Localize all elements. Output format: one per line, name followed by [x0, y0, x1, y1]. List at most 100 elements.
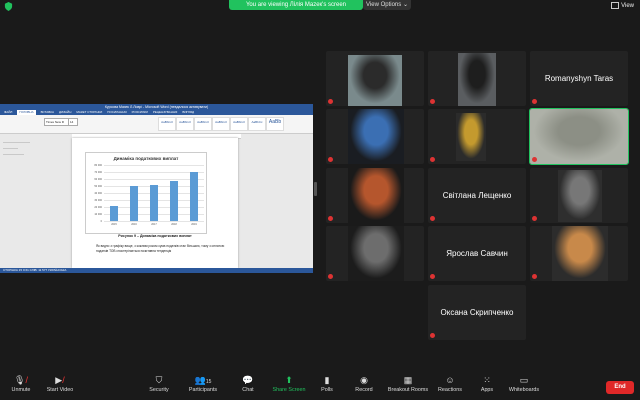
- y-tick-label: 20 000: [94, 205, 102, 209]
- muted-mic-icon: [430, 333, 435, 338]
- reactions-label: Reactions: [438, 387, 462, 393]
- reactions-button[interactable]: ☺ Reactions: [436, 374, 464, 398]
- shared-screen[interactable]: Курсова Мазек Л.Ловрі - Microsoft Word (…: [0, 104, 313, 273]
- y-tick-label: 80 000: [94, 163, 102, 167]
- participant-video: [530, 109, 628, 164]
- style-preset: AaBbCcI: [194, 117, 212, 131]
- participant-tile[interactable]: [530, 168, 628, 223]
- chart-bar: [110, 205, 118, 221]
- whiteboards-button[interactable]: ▭ Whiteboards: [506, 374, 542, 398]
- apps-button[interactable]: ⁙ Apps: [478, 374, 496, 398]
- split-handle[interactable]: [314, 182, 317, 196]
- x-tick-label: 2019: [191, 223, 197, 226]
- y-tick-label: 70 000: [94, 170, 102, 174]
- muted-mic-icon: [430, 157, 435, 162]
- start-video-label: Start Video: [46, 387, 74, 393]
- chart-title: Динаміка податкових виплат: [113, 156, 179, 161]
- screen-share-banner: You are viewing Лілія Маzeк's screen: [229, 0, 363, 10]
- figure-caption: Рисунок 9 – Динаміка податкових виплат: [118, 234, 192, 238]
- participant-tile[interactable]: [428, 51, 526, 106]
- muted-mic-icon: [430, 99, 435, 104]
- chat-button[interactable]: 💬 Chat: [240, 374, 256, 398]
- participant-tile[interactable]: [326, 109, 424, 164]
- participant-name: Ярослав Савчин: [446, 249, 508, 258]
- y-tick-label: 60 000: [94, 177, 102, 181]
- view-button[interactable]: View: [611, 2, 634, 9]
- breakout-rooms-icon: ▦: [403, 375, 413, 385]
- participants-label: Participants: [188, 387, 218, 393]
- participant-video: [348, 109, 404, 164]
- end-meeting-button[interactable]: End: [606, 381, 634, 394]
- chart-bar: [130, 186, 138, 221]
- polls-label: Polls: [321, 387, 333, 393]
- word-status-bar: СТОРІНКА 15 З 61 СЛІВ: 11 577 УКРАЇНСЬКА: [0, 268, 313, 273]
- muted-mic-icon: [328, 274, 333, 279]
- muted-mic-icon: [328, 216, 333, 221]
- breakout-rooms-label: Breakout Rooms: [387, 387, 429, 393]
- meeting-toolbar: 🎙/ Unmute ▶/ Start Video ⛉ Security 👥15 …: [0, 372, 640, 400]
- participant-tile[interactable]: Світлана Лещенко: [428, 168, 526, 223]
- shield-icon[interactable]: [4, 2, 13, 11]
- breakout-rooms-button[interactable]: ▦ Breakout Rooms: [386, 374, 430, 398]
- participants-icon: 👥15: [194, 375, 212, 385]
- whiteboard-icon: ▭: [519, 375, 529, 385]
- polls-button[interactable]: ▮ Polls: [318, 374, 336, 398]
- share-screen-button[interactable]: ⬆ Share Screen: [270, 374, 308, 398]
- participant-video: [348, 168, 404, 223]
- participant-tile[interactable]: Оксана Скрипченко: [428, 285, 526, 340]
- participants-count: 15: [205, 379, 212, 385]
- participant-tile[interactable]: [530, 226, 628, 281]
- muted-mic-icon: [532, 99, 537, 104]
- top-bar: You are viewing Лілія Маzeк's screen Vie…: [0, 0, 640, 12]
- participant-video: [552, 226, 608, 281]
- participant-video: [348, 226, 404, 281]
- participant-name: Оксана Скрипченко: [440, 308, 514, 317]
- style-preset: AaBbCcI: [230, 117, 248, 131]
- muted-mic-icon: [328, 99, 333, 104]
- chat-label: Chat: [242, 387, 254, 393]
- apps-label: Apps: [480, 387, 494, 393]
- word-side-panel: ————————— ————— ———————: [3, 140, 30, 156]
- y-tick-label: 40 000: [94, 191, 102, 195]
- participant-tile[interactable]: [428, 109, 526, 164]
- x-tick-label: 2018: [171, 223, 177, 226]
- record-label: Record: [355, 387, 373, 393]
- y-tick-label: 30 000: [94, 198, 102, 202]
- participant-tile[interactable]: Romanyshyn Taras: [530, 51, 628, 106]
- participant-tile[interactable]: [529, 108, 629, 165]
- chat-bubble-icon: 💬: [242, 375, 254, 385]
- participants-button[interactable]: 👥15 Participants: [186, 374, 220, 398]
- unmute-button[interactable]: 🎙/ Unmute: [8, 374, 34, 398]
- apps-icon: ⁙: [483, 375, 491, 385]
- font-size-box: 14: [68, 118, 78, 126]
- participant-tile[interactable]: [326, 51, 424, 106]
- font-name-box: Times New R: [44, 118, 69, 126]
- unmute-label: Unmute: [11, 387, 31, 393]
- record-button[interactable]: ◉ Record: [352, 374, 376, 398]
- chart-bar: [170, 181, 178, 221]
- style-preset: AaBbCcI: [212, 117, 230, 131]
- whiteboards-label: Whiteboards: [508, 387, 540, 393]
- document-paragraph: Як видно з графіку вище, з кожним роком …: [96, 244, 225, 253]
- share-arrow-icon: ⬆: [285, 375, 293, 385]
- muted-mic-icon: [430, 274, 435, 279]
- participant-tile[interactable]: [326, 226, 424, 281]
- participant-name: Світлана Лещенко: [442, 191, 512, 200]
- y-tick-label: 10 000: [94, 212, 102, 216]
- mic-muted-icon: 🎙/: [14, 375, 28, 385]
- muted-mic-icon: [328, 157, 333, 162]
- participant-video: [558, 170, 602, 222]
- participant-tile[interactable]: [326, 168, 424, 223]
- muted-mic-icon: [532, 216, 537, 221]
- y-tick-label: 50 000: [94, 184, 102, 188]
- polls-icon: ▮: [324, 375, 330, 385]
- security-button[interactable]: ⛉ Security: [146, 374, 172, 398]
- view-options-button[interactable]: View Options ⌄: [363, 0, 411, 10]
- start-video-button[interactable]: ▶/ Start Video: [42, 374, 78, 398]
- chart-gridline: [104, 172, 204, 173]
- participant-tile[interactable]: Ярослав Савчин: [428, 226, 526, 281]
- grid-view-icon: [611, 2, 620, 9]
- x-tick-label: 2017: [151, 223, 157, 226]
- muted-mic-icon: [430, 216, 435, 221]
- reactions-icon: ☺: [445, 375, 455, 385]
